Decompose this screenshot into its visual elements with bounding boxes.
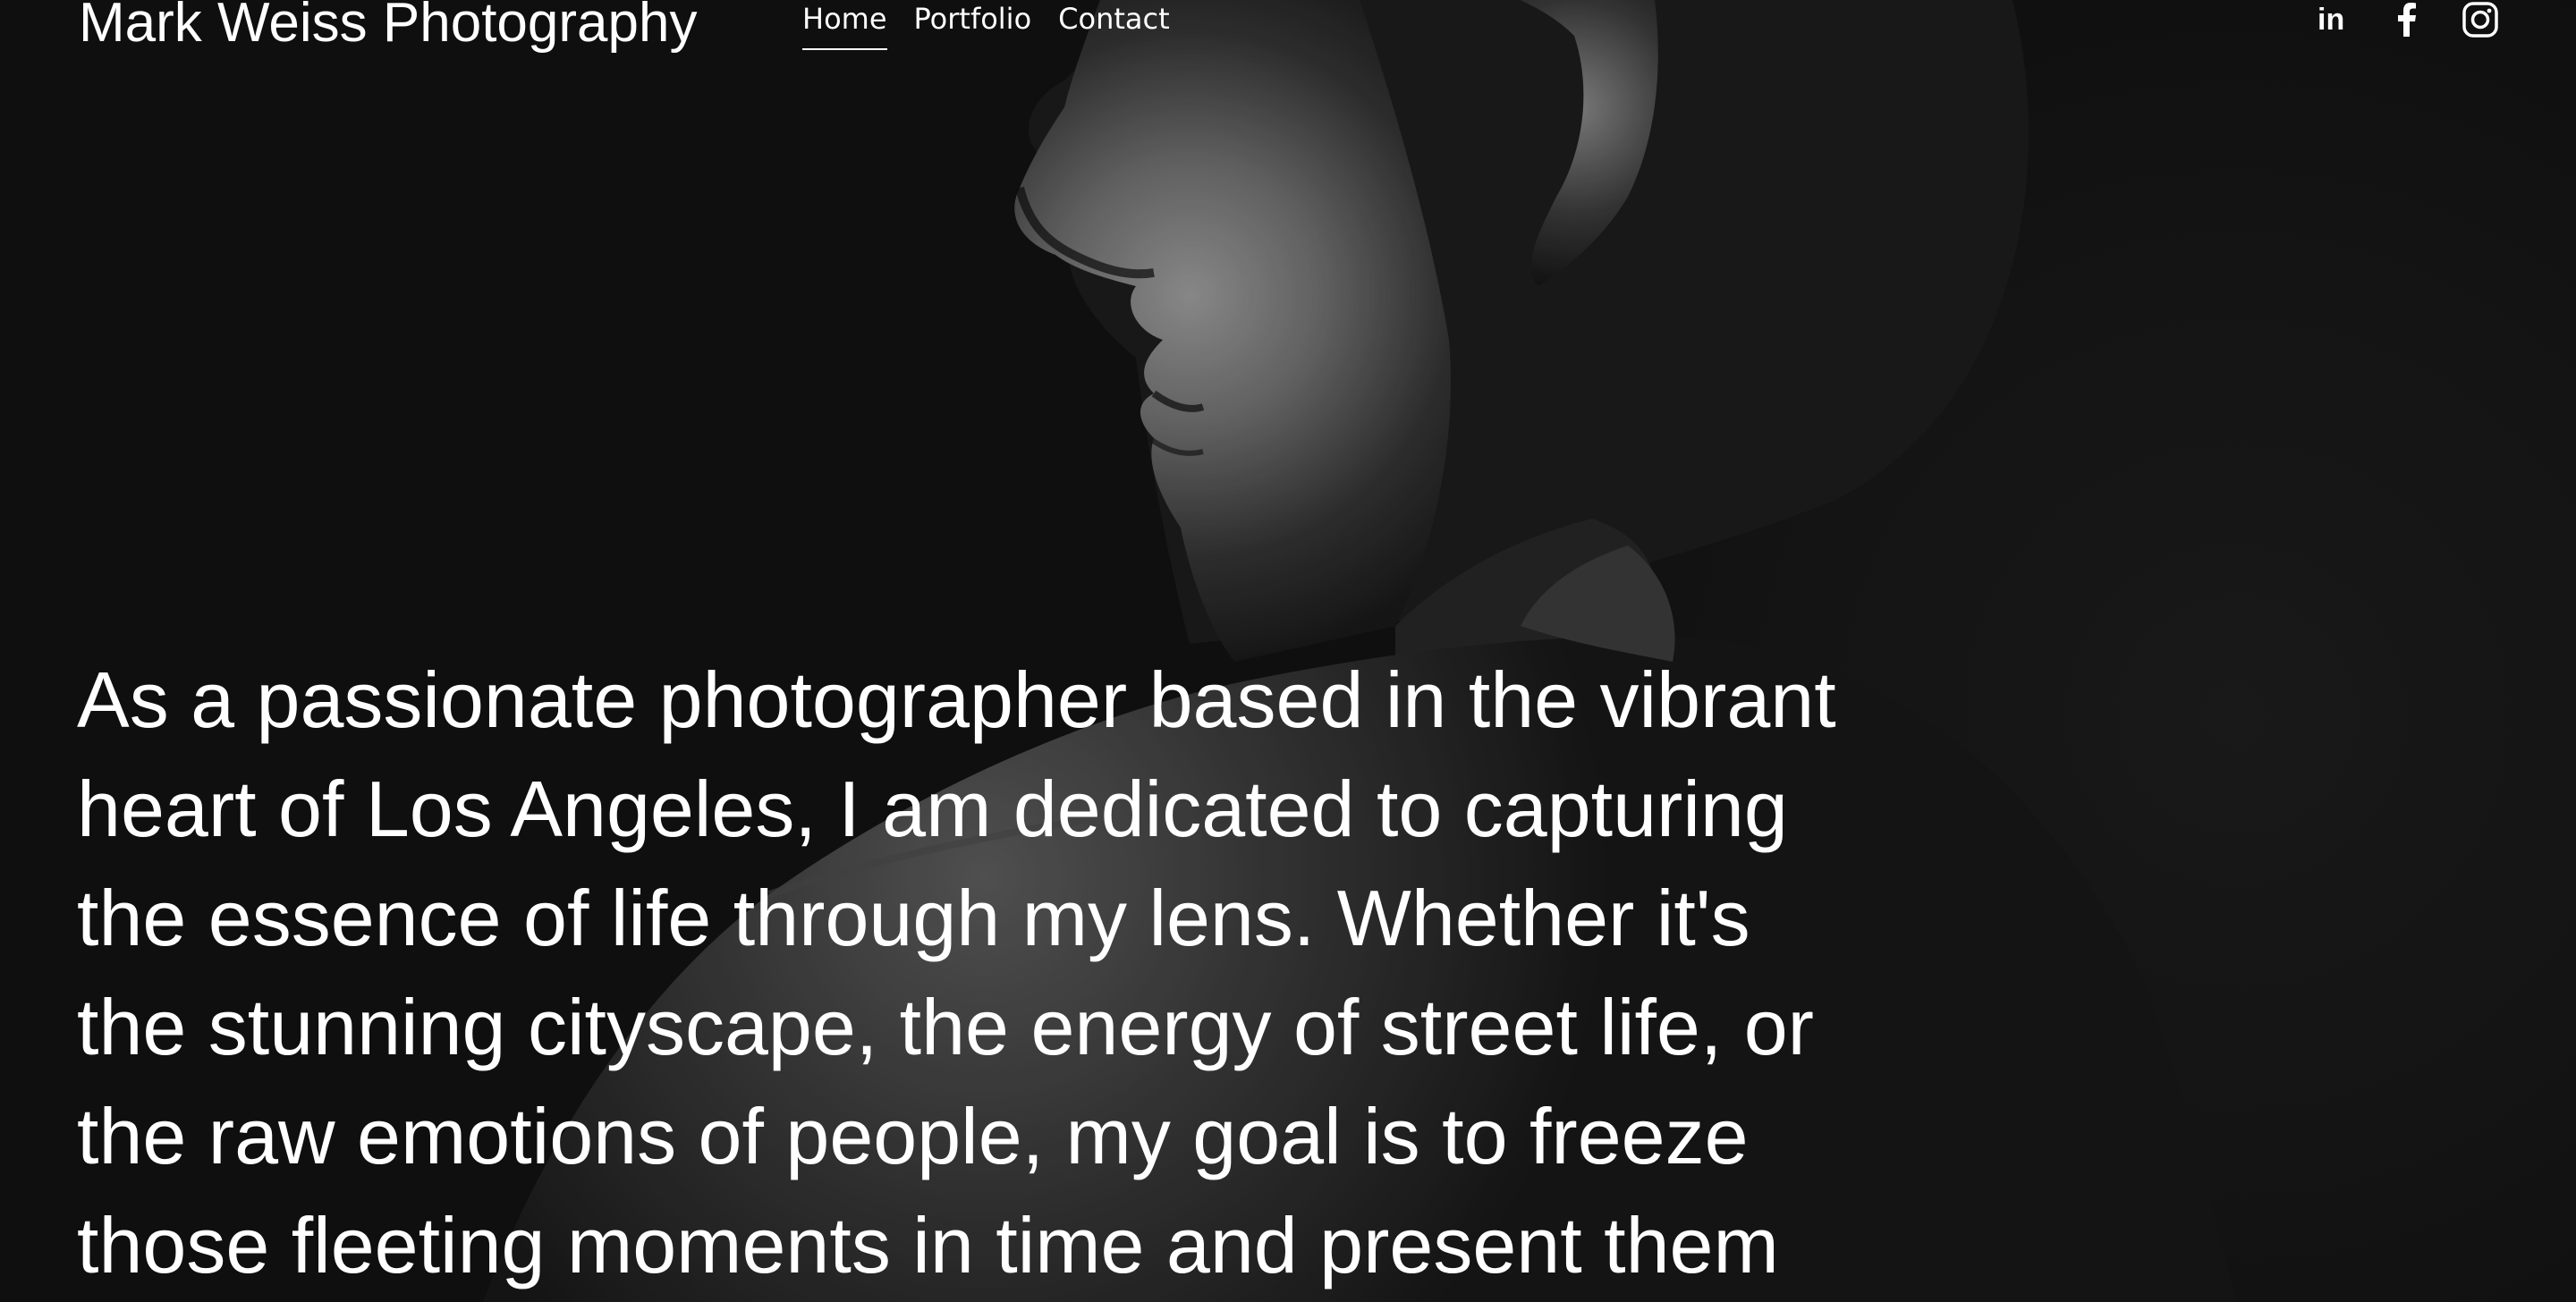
intro-line: those fleeting moments in time and prese…	[77, 1201, 1779, 1289]
nav-contact[interactable]: Contact	[1058, 0, 1170, 45]
intro-line: the raw emotions of people, my goal is t…	[77, 1092, 1749, 1180]
intro-line: the essence of life through my lens. Whe…	[77, 874, 1750, 962]
site-title[interactable]: Mark Weiss Photography	[79, 0, 697, 59]
linkedin-icon[interactable]: in	[2315, 1, 2352, 38]
nav-portfolio[interactable]: Portfolio	[914, 0, 1032, 45]
nav-home[interactable]: Home	[802, 0, 887, 50]
intro-line: heart of Los Angeles, I am dedicated to …	[77, 765, 1788, 853]
instagram-icon[interactable]	[2462, 1, 2499, 38]
social-icons: in	[2315, 0, 2499, 39]
intro-line: As a passionate photographer based in th…	[77, 655, 1836, 744]
home-page: Mark Weiss Photography Home Portfolio Co…	[0, 0, 2576, 1302]
site-header: Mark Weiss Photography Home Portfolio Co…	[0, 0, 2576, 72]
intro-line: the stunning cityscape, the energy of st…	[77, 983, 1814, 1071]
svg-text:in: in	[2318, 3, 2344, 37]
facebook-icon[interactable]	[2388, 1, 2426, 38]
main-nav: Home Portfolio Contact	[802, 0, 1170, 50]
intro-paragraph: As a passionate photographer based in th…	[77, 646, 2009, 1300]
